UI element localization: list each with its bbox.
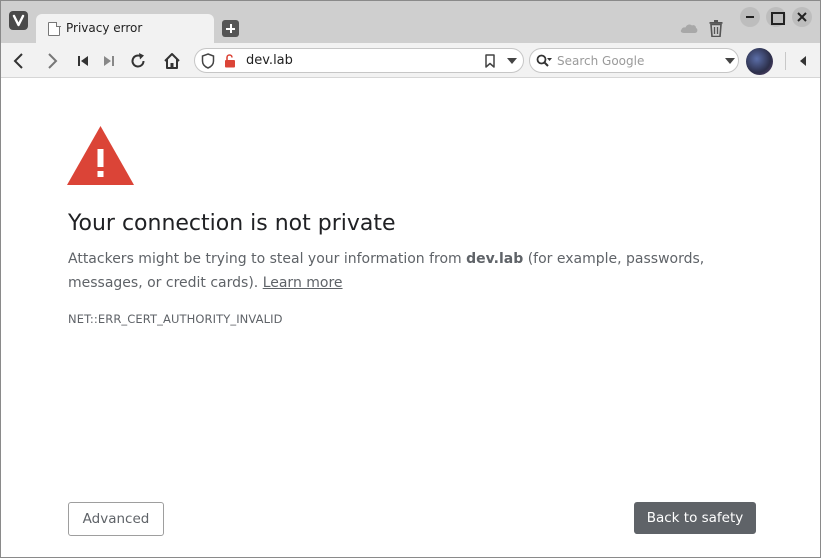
toolbar-divider [785,52,786,70]
message-text: Attackers might be trying to steal your … [68,251,467,267]
magnifier-icon[interactable] [536,54,552,68]
warning-triangle-icon [67,126,134,185]
advanced-button[interactable]: Advanced [68,502,164,536]
address-bar[interactable]: dev.lab [194,48,524,73]
chevron-down-icon[interactable] [725,58,735,64]
minimize-button[interactable] [740,7,760,27]
navigation-bar: dev.lab Search Google [1,43,820,78]
maximize-button[interactable] [766,7,786,27]
back-to-safety-button[interactable]: Back to safety [634,502,756,534]
shield-icon[interactable] [201,53,215,69]
error-message: Attackers might be trying to steal your … [68,247,758,295]
skip-forward-icon[interactable] [99,51,119,71]
arrow-left-icon[interactable] [9,51,29,71]
cloud-icon[interactable] [680,23,698,33]
tab-bar: Privacy error [1,1,820,44]
search-placeholder: Search Google [557,54,645,68]
browser-window: Privacy error dev.lab Search Google Your… [0,0,821,558]
chevron-down-icon[interactable] [507,58,517,64]
bookmark-icon[interactable] [485,54,495,68]
error-code: NET::ERR_CERT_AUTHORITY_INVALID [68,312,283,326]
tab-title: Privacy error [66,21,143,35]
close-button[interactable] [792,7,812,27]
plus-icon[interactable] [222,20,239,37]
reload-icon[interactable] [128,51,148,71]
unlocked-red-icon[interactable] [224,54,236,68]
avatar[interactable] [746,48,773,75]
arrow-right-icon[interactable] [42,51,62,71]
page-content: Your connection is not private Attackers… [1,79,820,557]
close-icon [797,12,807,22]
vivaldi-logo-icon[interactable] [9,11,28,30]
message-host: dev.lab [466,251,524,267]
search-field[interactable]: Search Google [529,48,739,73]
tab-privacy-error[interactable]: Privacy error [36,14,214,44]
home-icon[interactable] [162,51,182,71]
panel-toggle-icon[interactable] [800,56,806,66]
trash-icon[interactable] [709,20,723,37]
skip-back-icon[interactable] [73,51,93,71]
document-icon [48,21,61,36]
page-title: Your connection is not private [68,211,396,236]
url-text[interactable]: dev.lab [246,53,293,68]
learn-more-link[interactable]: Learn more [263,275,343,291]
